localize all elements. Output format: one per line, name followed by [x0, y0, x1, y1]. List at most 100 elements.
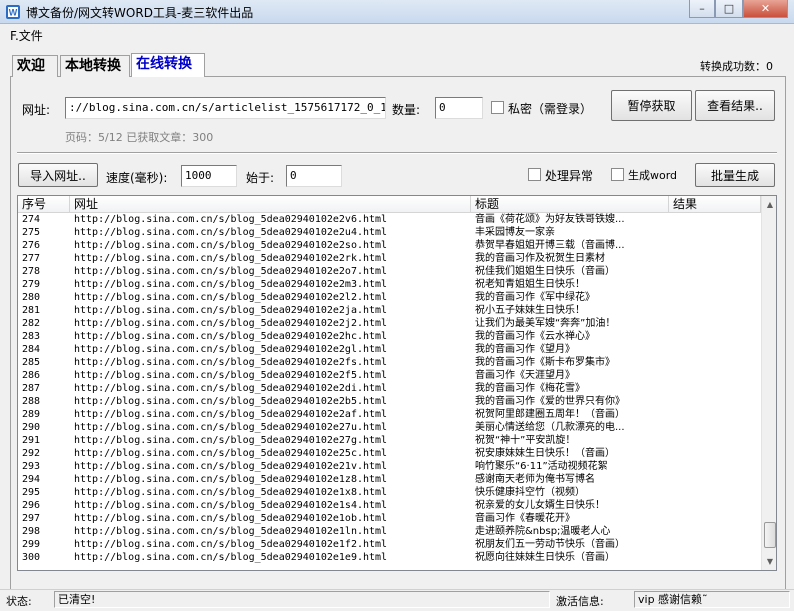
scroll-up-icon[interactable]: ▲	[762, 196, 776, 213]
article-list[interactable]: 序号 网址 标题 结果 274 http://blog.sina.com.cn/s…	[17, 195, 777, 571]
speed-input[interactable]: 1000	[181, 165, 237, 187]
column-header-url[interactable]: 网址	[70, 196, 471, 213]
tab-online-convert[interactable]: 在线转换	[131, 53, 205, 77]
view-results-button[interactable]: 查看结果..	[695, 90, 775, 121]
start-label: 始于:	[246, 171, 275, 185]
activation-label: 激活信息:	[556, 595, 604, 608]
row-title: 响竹聚乐“6·11”活动视频花絮	[475, 461, 608, 472]
table-row[interactable]: 277 http://blog.sina.com.cn/s/blog_5dea02…	[18, 252, 761, 265]
url-label: 网址:	[22, 103, 51, 117]
handle-errors-label: 处理异常	[545, 169, 594, 183]
speed-label: 速度(毫秒):	[106, 171, 168, 185]
table-row[interactable]: 282 http://blog.sina.com.cn/s/blog_5dea02…	[18, 317, 761, 330]
table-row[interactable]: 298 http://blog.sina.com.cn/s/blog_5dea02…	[18, 525, 761, 538]
table-row[interactable]: 275 http://blog.sina.com.cn/s/blog_5dea02…	[18, 226, 761, 239]
row-url: http://blog.sina.com.cn/s/blog_5dea02940…	[74, 305, 388, 316]
start-input[interactable]: 0	[286, 165, 342, 187]
column-header-num[interactable]: 序号	[18, 196, 70, 213]
generate-word-label: 生成word	[628, 169, 678, 182]
table-row[interactable]: 293 http://blog.sina.com.cn/s/blog_5dea02…	[18, 460, 761, 473]
table-row[interactable]: 292 http://blog.sina.com.cn/s/blog_5dea02…	[18, 447, 761, 460]
private-label: 私密（需登录）	[508, 102, 593, 116]
column-header-title[interactable]: 标题	[471, 196, 669, 213]
table-row[interactable]: 295 http://blog.sina.com.cn/s/blog_5dea02…	[18, 486, 761, 499]
row-url: http://blog.sina.com.cn/s/blog_5dea02940…	[74, 487, 388, 498]
row-url: http://blog.sina.com.cn/s/blog_5dea02940…	[74, 292, 388, 303]
table-row[interactable]: 280 http://blog.sina.com.cn/s/blog_5dea02…	[18, 291, 761, 304]
row-num: 287	[22, 383, 41, 394]
table-row[interactable]: 288 http://blog.sina.com.cn/s/blog_5dea02…	[18, 395, 761, 408]
table-row[interactable]: 283 http://blog.sina.com.cn/s/blog_5dea02…	[18, 330, 761, 343]
table-row[interactable]: 296 http://blog.sina.com.cn/s/blog_5dea02…	[18, 499, 761, 512]
svg-text:W: W	[9, 8, 18, 18]
row-url: http://blog.sina.com.cn/s/blog_5dea02940…	[74, 526, 388, 537]
maximize-icon: □	[723, 2, 735, 15]
table-row[interactable]: 297 http://blog.sina.com.cn/s/blog_5dea02…	[18, 512, 761, 525]
maximize-button[interactable]: □	[715, 0, 743, 18]
row-title: 走进颐养院&nbsp;温暖老人心	[475, 526, 611, 537]
row-url: http://blog.sina.com.cn/s/blog_5dea02940…	[74, 539, 388, 550]
row-title: 我的音画习作《军中绿花》	[475, 292, 595, 303]
handle-errors-checkbox[interactable]	[528, 168, 541, 181]
scroll-down-icon[interactable]: ▼	[762, 553, 776, 570]
table-row[interactable]: 300 http://blog.sina.com.cn/s/blog_5dea02…	[18, 551, 761, 564]
row-num: 285	[22, 357, 41, 368]
row-num: 279	[22, 279, 41, 290]
menu-file[interactable]: F.文件	[10, 27, 43, 44]
row-url: http://blog.sina.com.cn/s/blog_5dea02940…	[74, 474, 388, 485]
row-num: 293	[22, 461, 41, 472]
table-row[interactable]: 299 http://blog.sina.com.cn/s/blog_5dea02…	[18, 538, 761, 551]
table-row[interactable]: 279 http://blog.sina.com.cn/s/blog_5dea02…	[18, 278, 761, 291]
table-row[interactable]: 281 http://blog.sina.com.cn/s/blog_5dea02…	[18, 304, 761, 317]
row-url: http://blog.sina.com.cn/s/blog_5dea02940…	[74, 552, 388, 563]
generate-word-checkbox[interactable]	[611, 168, 624, 181]
table-row[interactable]: 274 http://blog.sina.com.cn/s/blog_5dea02…	[18, 213, 761, 226]
row-url: http://blog.sina.com.cn/s/blog_5dea02940…	[74, 253, 388, 264]
row-num: 286	[22, 370, 41, 381]
row-num: 284	[22, 344, 41, 355]
row-title: 我的音画习作《望月》	[475, 344, 575, 355]
row-num: 300	[22, 552, 41, 563]
row-url: http://blog.sina.com.cn/s/blog_5dea02940…	[74, 422, 388, 433]
success-count: 转换成功数：0	[700, 60, 773, 73]
import-url-button[interactable]: 导入网址..	[18, 163, 98, 187]
table-row[interactable]: 287 http://blog.sina.com.cn/s/blog_5dea02…	[18, 382, 761, 395]
row-title: 我的音画习作《斯卡布罗集市》	[475, 357, 615, 368]
table-row[interactable]: 289 http://blog.sina.com.cn/s/blog_5dea02…	[18, 408, 761, 421]
table-row[interactable]: 284 http://blog.sina.com.cn/s/blog_5dea02…	[18, 343, 761, 356]
table-row[interactable]: 278 http://blog.sina.com.cn/s/blog_5dea02…	[18, 265, 761, 278]
scroll-thumb[interactable]	[764, 522, 776, 548]
row-title: 祝老知青姐姐生日快乐！	[475, 279, 585, 290]
row-title: 快乐健康抖空竹（视频）	[475, 487, 585, 498]
batch-generate-button[interactable]: 批量生成	[695, 163, 775, 187]
count-input[interactable]: 0	[435, 97, 483, 119]
row-url: http://blog.sina.com.cn/s/blog_5dea02940…	[74, 344, 388, 355]
row-title: 祝贺阿里郎建圈五周年！（音画）	[475, 409, 625, 420]
row-num: 277	[22, 253, 41, 264]
row-title: 丰采园博友一家亲	[475, 227, 555, 238]
row-url: http://blog.sina.com.cn/s/blog_5dea02940…	[74, 409, 388, 420]
table-row[interactable]: 276 http://blog.sina.com.cn/s/blog_5dea02…	[18, 239, 761, 252]
close-button[interactable]: ✕	[743, 0, 788, 18]
vertical-scrollbar[interactable]: ▲ ▼	[761, 196, 776, 570]
table-row[interactable]: 290 http://blog.sina.com.cn/s/blog_5dea02…	[18, 421, 761, 434]
minimize-button[interactable]: –	[689, 0, 715, 18]
table-row[interactable]: 291 http://blog.sina.com.cn/s/blog_5dea02…	[18, 434, 761, 447]
table-row[interactable]: 286 http://blog.sina.com.cn/s/blog_5dea02…	[18, 369, 761, 382]
row-num: 276	[22, 240, 41, 251]
tab-local-convert[interactable]: 本地转换	[60, 55, 130, 77]
pause-fetch-button[interactable]: 暂停获取	[611, 90, 692, 121]
column-header-result[interactable]: 结果	[669, 196, 761, 213]
url-input[interactable]: ://blog.sina.com.cn/s/articlelist_157561…	[65, 97, 386, 119]
row-num: 274	[22, 214, 41, 225]
row-num: 295	[22, 487, 41, 498]
tab-welcome[interactable]: 欢迎	[12, 55, 58, 77]
menu-bar	[0, 24, 794, 44]
row-url: http://blog.sina.com.cn/s/blog_5dea02940…	[74, 214, 388, 225]
table-row[interactable]: 285 http://blog.sina.com.cn/s/blog_5dea02…	[18, 356, 761, 369]
row-title: 音画习作《天涯望月》	[475, 370, 575, 381]
row-num: 299	[22, 539, 41, 550]
private-checkbox[interactable]	[491, 101, 504, 114]
table-row[interactable]: 294 http://blog.sina.com.cn/s/blog_5dea02…	[18, 473, 761, 486]
row-title: 祝小五子妹妹生日快乐！	[475, 305, 585, 316]
